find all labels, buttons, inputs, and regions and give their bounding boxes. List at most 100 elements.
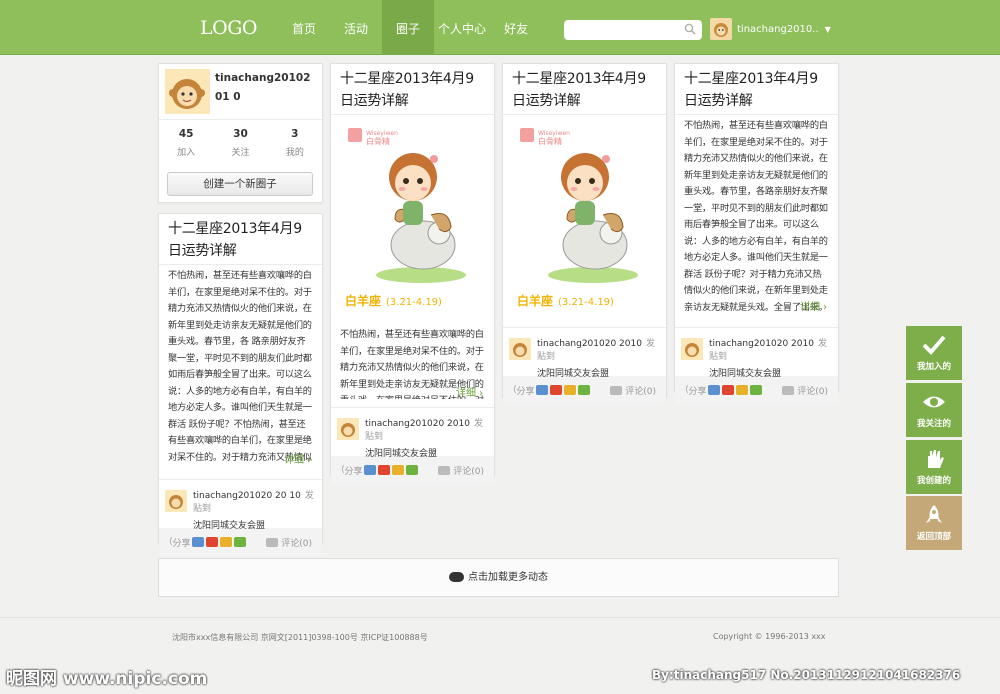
qq-icon[interactable] [535,385,548,395]
author-name[interactable]: tinachang201020 2010 [365,419,470,429]
post-actions: ⟨ 分享 评论(0) [331,456,494,484]
sign-label: 白羊座 [345,293,381,308]
group-link[interactable]: 沈阳同城交友会盟 [709,366,830,379]
search-input[interactable] [564,20,702,40]
author-name[interactable]: tinachang201020 2010 [537,339,642,349]
post-actions: ⟨ 分享 评论(0) [503,376,666,404]
group-link[interactable]: 沈阳同城交友会盟 [537,366,658,379]
qq-icon[interactable] [191,537,204,547]
search-icon[interactable] [684,23,696,35]
renren-icon[interactable] [735,385,748,395]
stat-following[interactable]: 30 关注 [213,120,267,163]
comment-button[interactable]: 评论(0) [438,464,484,477]
author-avatar[interactable] [509,338,531,360]
renren-icon[interactable] [391,465,404,475]
post-title[interactable]: 十二星座2013年4月9日运势详解 [331,64,494,114]
author-avatar[interactable] [681,338,703,360]
comment-icon [610,385,623,395]
comment-icon [266,537,279,547]
stat-label: 我的 [285,148,304,158]
stat-joined[interactable]: 45 加入 [159,120,213,163]
side-created-button[interactable]: 我创建的 [906,440,962,494]
stat-value: 3 [291,128,299,140]
weibo-icon[interactable] [377,465,390,475]
weibo-icon[interactable] [549,385,562,395]
post-image[interactable]: Wiseyiwen 白骨精 白羊座 (3.21-4.19) [331,115,494,327]
avatar [710,18,732,40]
detail-link[interactable]: 详细 › [800,298,827,313]
author-avatar[interactable] [337,418,359,440]
stat-label: 关注 [231,148,250,158]
svg-text:Wiseyiwen: Wiseyiwen [366,130,398,137]
logo[interactable]: LOGO [200,17,257,39]
profile-avatar[interactable] [165,69,210,114]
back-to-top-button[interactable]: 返回顶部 [906,496,962,550]
post-text: 不怕热闹，甚至还有些喜欢嚷哗的白羊们，在家里是绝对呆不住的。对于精力充沛又热情似… [684,120,828,313]
eye-icon [923,396,945,408]
author-name[interactable]: tinachang201020 2010 [709,339,814,349]
nav-home[interactable]: 首页 [278,0,330,55]
detail-link[interactable]: 详细 › [284,451,311,466]
post-title[interactable]: 十二星座2013年4月9日运势详解 [675,64,838,114]
comment-count: 评论(0) [453,466,484,477]
user-menu[interactable]: tinachang2010.. ▼ [710,18,831,40]
post-text: 不怕热闹，甚至还有些喜欢嚷哗的白羊们，在家里是绝对呆不住的。对于精力充沛又热情似… [168,270,312,463]
main-nav: 首页 活动 圈子 个人中心 好友 [278,0,542,55]
group-link[interactable]: 沈阳同城交友会盟 [365,446,486,459]
plus-icon[interactable] [405,465,418,475]
share-label[interactable]: 分享 [689,384,707,397]
load-more-button[interactable]: 点击加载更多动态 [158,558,839,597]
qq-icon[interactable] [707,385,720,395]
side-following-button[interactable]: 我关注的 [906,383,962,437]
brand-label: 白骨精 [366,136,390,146]
group-link[interactable]: 沈阳同城交友会盟 [193,518,314,531]
profile-card: tinachang2010201 0 45 加入 30 关注 3 我的 创建一个新圈子 [158,63,323,203]
brand-label: 白骨精 [538,136,562,146]
comment-button[interactable]: 评论(0) [610,384,656,397]
stat-label: 加入 [177,148,196,158]
footer-company: 沈阳市xxx信息有限公司 京网文[2011]0398-100号 京ICP证100… [172,633,428,642]
create-circle-button[interactable]: 创建一个新圈子 [167,172,313,196]
top-navbar: LOGO 首页 活动 圈子 个人中心 好友 tinachang2010.. ▼ [0,0,1000,55]
plus-icon[interactable] [233,537,246,547]
hand-icon [928,450,944,468]
watermark-left: 昵图网 www.nipic.com [6,669,208,689]
post-title[interactable]: 十二星座2013年4月9日运势详解 [503,64,666,114]
sign-label: 白羊座 [517,293,553,308]
author-name[interactable]: tinachang201020 20 10 [193,491,301,501]
side-label: 我关注的 [916,419,951,429]
detail-link[interactable]: 详细 › [456,384,483,399]
nav-friends[interactable]: 好友 [490,0,542,55]
plus-icon[interactable] [749,385,762,395]
plus-icon[interactable] [577,385,590,395]
post-card: 十二星座2013年4月9日运势详解 不怕热闹，甚至还有些喜欢嚷哗的白羊们，在家里… [674,63,839,404]
share-label[interactable]: 分享 [345,464,363,477]
nav-circle[interactable]: 圈子 [382,0,435,55]
chevron-down-icon[interactable]: ▼ [825,25,831,34]
post-image[interactable]: Wiseyiwen 白骨精 白羊座 (3.21-4.19) [503,115,666,327]
comment-count: 评论(0) [625,386,656,397]
author-avatar[interactable] [165,490,187,512]
checkmark-icon [922,335,946,355]
renren-icon[interactable] [219,537,232,547]
share-label[interactable]: 分享 [517,384,535,397]
comment-count: 评论(0) [281,538,312,549]
stat-mine[interactable]: 3 我的 [268,120,322,163]
renren-icon[interactable] [563,385,576,395]
qq-icon[interactable] [363,465,376,475]
comment-button[interactable]: 评论(0) [782,384,828,397]
weibo-icon[interactable] [205,537,218,547]
side-label: 我加入的 [916,362,951,372]
post-title[interactable]: 十二星座2013年4月9日运势详解 [159,214,322,264]
nav-activity[interactable]: 活动 [330,0,382,55]
profile-name: tinachang2010201 0 [215,72,311,103]
comment-count: 评论(0) [797,386,828,397]
weibo-icon[interactable] [721,385,734,395]
share-label[interactable]: 分享 [173,536,191,549]
side-joined-button[interactable]: 我加入的 [906,326,962,380]
nav-personal-center[interactable]: 个人中心 [434,0,490,55]
post-actions: ⟨ 分享 评论(0) [159,528,322,556]
load-more-label: 点击加载更多动态 [468,572,548,583]
stat-value: 30 [233,128,248,140]
comment-button[interactable]: 评论(0) [266,536,312,549]
